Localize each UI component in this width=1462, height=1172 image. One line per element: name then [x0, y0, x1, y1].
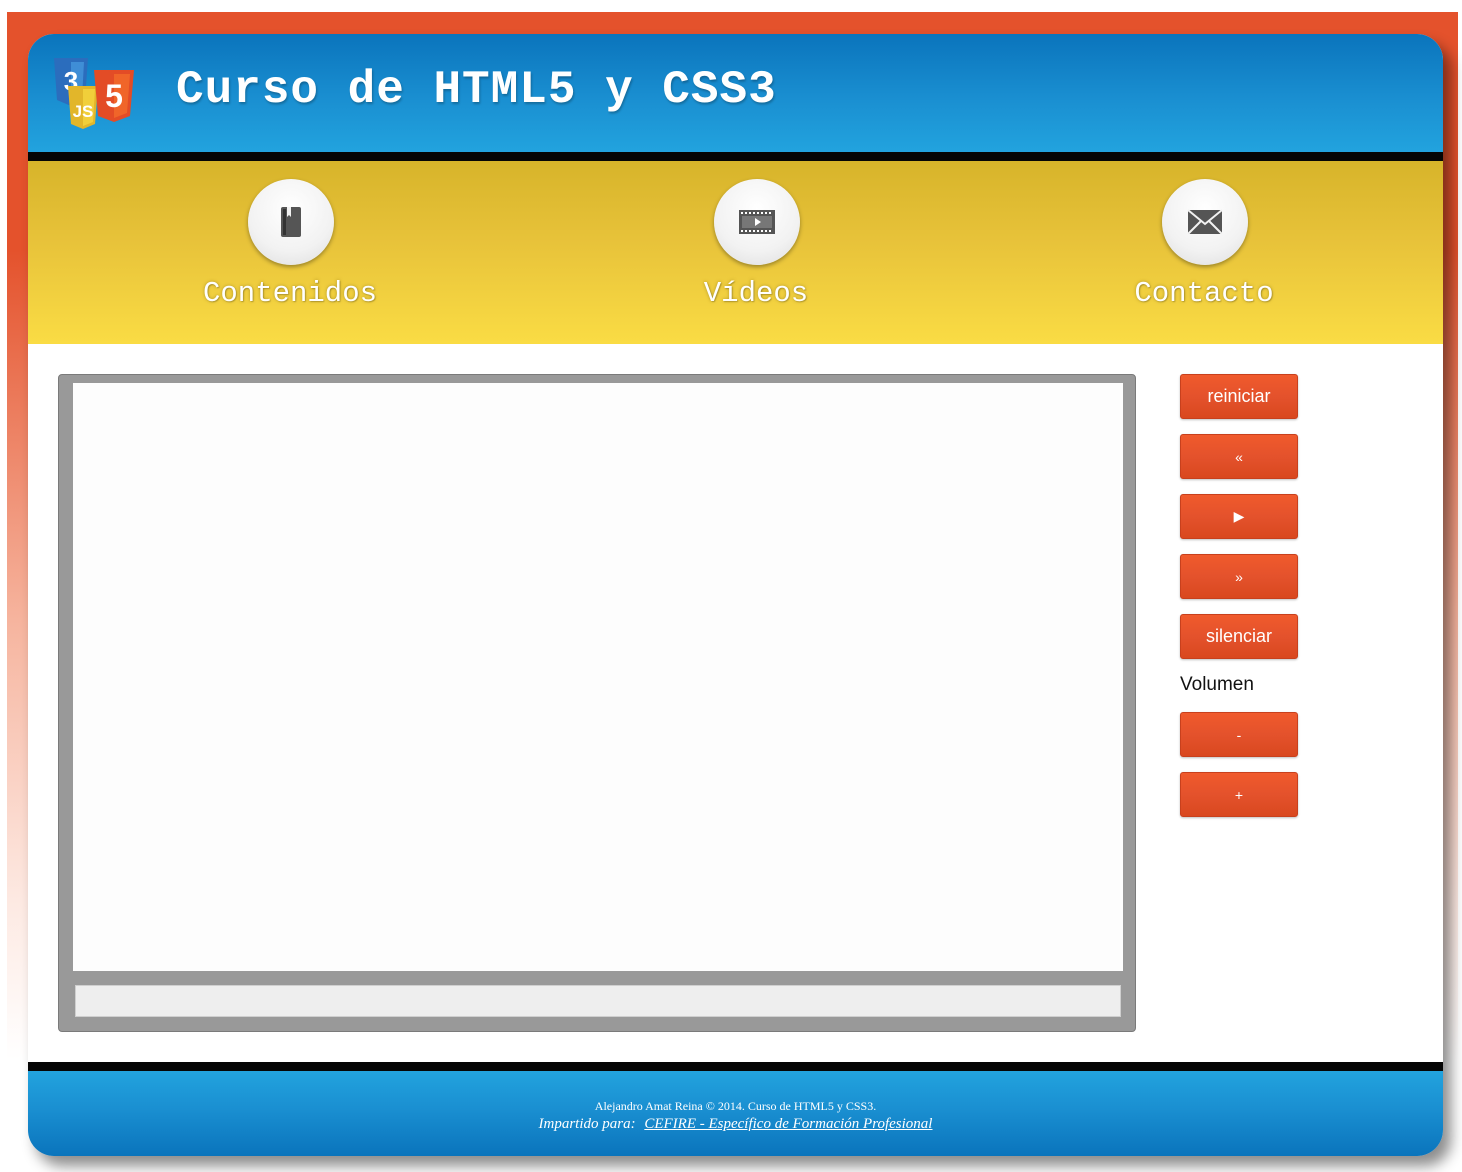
- video-screen[interactable]: [73, 383, 1123, 971]
- site-footer: Alejandro Amat Reina © 2014. Curso de HT…: [28, 1071, 1443, 1156]
- nav-circle-contenidos[interactable]: [248, 179, 334, 265]
- header-divider: [28, 152, 1443, 161]
- volume-down-button[interactable]: -: [1180, 712, 1298, 757]
- site-title: Curso de HTML5 y CSS3: [176, 64, 777, 116]
- footer-taught-for-label: Impartido para:: [538, 1116, 636, 1132]
- site-header: 3 JS 5 Curso de HTML5 y CSS3: [28, 34, 1443, 152]
- video-progress-bar[interactable]: [75, 985, 1121, 1017]
- envelope-icon: [1187, 209, 1223, 235]
- footer-taught-for: Impartido para: CEFIRE - Específico de F…: [28, 1116, 1443, 1133]
- nav-label-videos: Vídeos: [703, 277, 809, 310]
- film-icon: [739, 210, 775, 234]
- video-player: [58, 374, 1136, 1032]
- window-top-edge: [0, 0, 1462, 12]
- svg-text:5: 5: [105, 78, 123, 114]
- window-right-edge: [1458, 0, 1462, 1172]
- window-left-edge: [0, 0, 7, 1172]
- css3-js-html5-logo: 3 JS 5: [50, 56, 138, 130]
- forward-button[interactable]: »: [1180, 554, 1298, 599]
- main-nav: Contenidos Vídeos Contacto: [28, 161, 1443, 344]
- nav-item-contenidos[interactable]: Contenidos: [170, 179, 410, 329]
- nav-label-contacto: Contacto: [1134, 277, 1274, 310]
- svg-text:JS: JS: [73, 102, 94, 121]
- footer-cefire-link[interactable]: CEFIRE - Específico de Formación Profesi…: [644, 1116, 932, 1132]
- rewind-button[interactable]: «: [1180, 434, 1298, 479]
- mute-button[interactable]: silenciar: [1180, 614, 1298, 659]
- nav-circle-videos[interactable]: [714, 179, 800, 265]
- nav-label-contenidos: Contenidos: [202, 277, 378, 310]
- footer-credit: Alejandro Amat Reina © 2014. Curso de HT…: [594, 1099, 877, 1113]
- volume-label: Volumen: [1180, 674, 1254, 695]
- restart-button[interactable]: reiniciar: [1180, 374, 1298, 419]
- footer-divider: [28, 1062, 1443, 1071]
- volume-up-button[interactable]: +: [1180, 772, 1298, 817]
- play-button[interactable]: ▶: [1180, 494, 1298, 539]
- nav-circle-contacto[interactable]: [1162, 179, 1248, 265]
- page-container: 3 JS 5 Curso de HTML5 y CSS3 Contenidos …: [28, 34, 1443, 1156]
- nav-item-videos[interactable]: Vídeos: [636, 179, 876, 329]
- book-icon: [281, 207, 301, 237]
- nav-item-contacto[interactable]: Contacto: [1084, 179, 1324, 329]
